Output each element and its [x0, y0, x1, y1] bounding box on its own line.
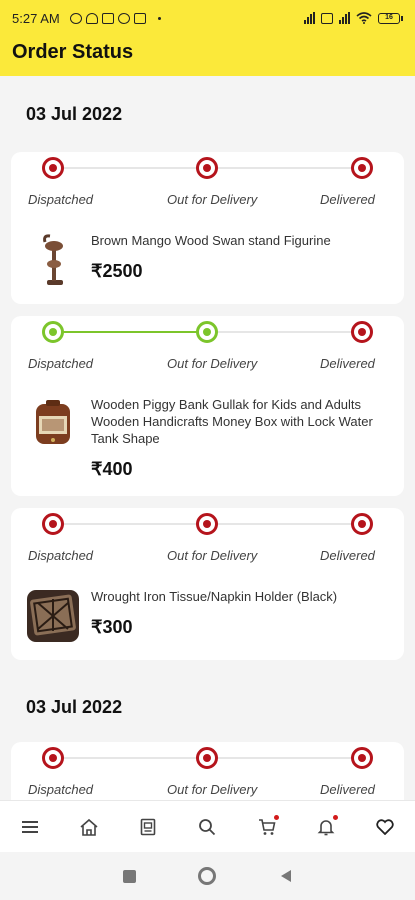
step-label: Delivered — [320, 192, 375, 207]
step-label: Dispatched — [28, 192, 94, 207]
product-price: ₹300 — [91, 617, 133, 637]
order-item[interactable]: Wrought Iron Tissue/Napkin Holder (Black… — [11, 578, 404, 660]
notifications-icon[interactable] — [311, 812, 341, 842]
step-delivered-node — [351, 747, 373, 769]
track-line — [217, 167, 371, 169]
signal-icon — [339, 12, 350, 24]
step-out-for-delivery-node — [196, 747, 218, 769]
step-out-for-delivery-node — [196, 513, 218, 535]
signal-icon — [304, 12, 315, 24]
step-label: Delivered — [320, 548, 375, 563]
track-line — [63, 523, 217, 525]
cart-icon[interactable] — [252, 812, 282, 842]
step-dispatched-node — [42, 747, 64, 769]
track-line — [217, 523, 371, 525]
product-name[interactable]: Brown Mango Wood Swan stand Figurine — [91, 232, 331, 249]
step-dispatched-node — [42, 321, 64, 343]
track-line — [217, 757, 371, 759]
home-button[interactable] — [195, 864, 219, 888]
step-delivered-node — [351, 321, 373, 343]
home-icon[interactable] — [74, 812, 104, 842]
order-tracker: Dispatched Out for Delivery Delivered — [11, 742, 404, 800]
step-dispatched-node — [42, 157, 64, 179]
step-label: Out for Delivery — [167, 548, 258, 563]
back-button[interactable] — [274, 864, 298, 888]
product-name[interactable]: Wooden Piggy Bank Gullak for Kids and Ad… — [91, 396, 390, 447]
order-date: 03 Jul 2022 — [26, 104, 123, 124]
figurine-image — [25, 232, 81, 288]
step-dispatched-node — [42, 513, 64, 535]
track-line — [63, 167, 217, 169]
step-out-for-delivery-node — [196, 321, 218, 343]
system-navigation — [0, 852, 415, 900]
product-price: ₹2500 — [91, 261, 143, 281]
product-price: ₹400 — [91, 459, 133, 479]
sim-icon — [321, 12, 333, 24]
order-card[interactable]: Dispatched Out for Delivery Delivered Wo… — [11, 316, 404, 496]
step-label: Dispatched — [28, 782, 94, 797]
step-label: Out for Delivery — [167, 356, 258, 371]
notifications-badge — [333, 814, 339, 820]
chat-icon — [117, 12, 130, 24]
order-item[interactable]: Wooden Piggy Bank Gullak for Kids and Ad… — [11, 386, 404, 496]
step-label: Dispatched — [28, 356, 94, 371]
status-time: 5:27 AM — [12, 10, 60, 26]
product-name[interactable]: Wrought Iron Tissue/Napkin Holder (Black… — [91, 588, 337, 605]
battery-icon: 16 — [378, 12, 403, 24]
headphones-icon — [85, 12, 98, 24]
step-label: Out for Delivery — [167, 782, 258, 797]
wishlist-icon[interactable] — [370, 812, 400, 842]
step-delivered-node — [351, 513, 373, 535]
napkin-holder-image — [25, 588, 81, 644]
cart-badge — [273, 814, 279, 820]
step-label: Delivered — [320, 356, 375, 371]
page-title: Order Status — [12, 41, 134, 63]
recents-button[interactable] — [117, 864, 141, 888]
track-line — [217, 331, 371, 333]
track-line — [63, 331, 217, 333]
orders-icon[interactable] — [133, 812, 163, 842]
order-card[interactable]: Dispatched Out for Delivery Delivered Wr… — [11, 508, 404, 660]
step-label: Dispatched — [28, 548, 94, 563]
status-bar: 5:27 AM 16 — [0, 0, 415, 36]
track-line — [63, 757, 217, 759]
step-label: Out for Delivery — [167, 192, 258, 207]
message-icon — [101, 12, 114, 24]
order-card[interactable]: Dispatched Out for Delivery Delivered — [11, 742, 404, 800]
bottom-navigation — [0, 800, 415, 852]
order-list[interactable]: 03 Jul 2022 Dispatched Out for Delivery … — [0, 76, 415, 800]
message-icon — [133, 12, 146, 24]
alarm-icon — [69, 12, 82, 24]
order-tracker: Dispatched Out for Delivery Delivered — [11, 508, 404, 578]
menu-icon[interactable] — [15, 812, 45, 842]
order-card[interactable]: Dispatched Out for Delivery Delivered Br… — [11, 152, 404, 304]
step-out-for-delivery-node — [196, 157, 218, 179]
order-item[interactable]: Brown Mango Wood Swan stand Figurine ₹25… — [11, 222, 404, 304]
piggy-bank-image — [25, 396, 81, 452]
order-date: 03 Jul 2022 — [26, 697, 123, 717]
order-tracker: Dispatched Out for Delivery Delivered — [11, 152, 404, 222]
wifi-icon — [356, 12, 372, 24]
step-label: Delivered — [320, 782, 375, 797]
step-delivered-node — [351, 157, 373, 179]
search-icon[interactable] — [192, 812, 222, 842]
app-bar: Order Status — [0, 36, 415, 76]
order-tracker: Dispatched Out for Delivery Delivered — [11, 316, 404, 386]
more-notifications-icon — [157, 16, 161, 20]
